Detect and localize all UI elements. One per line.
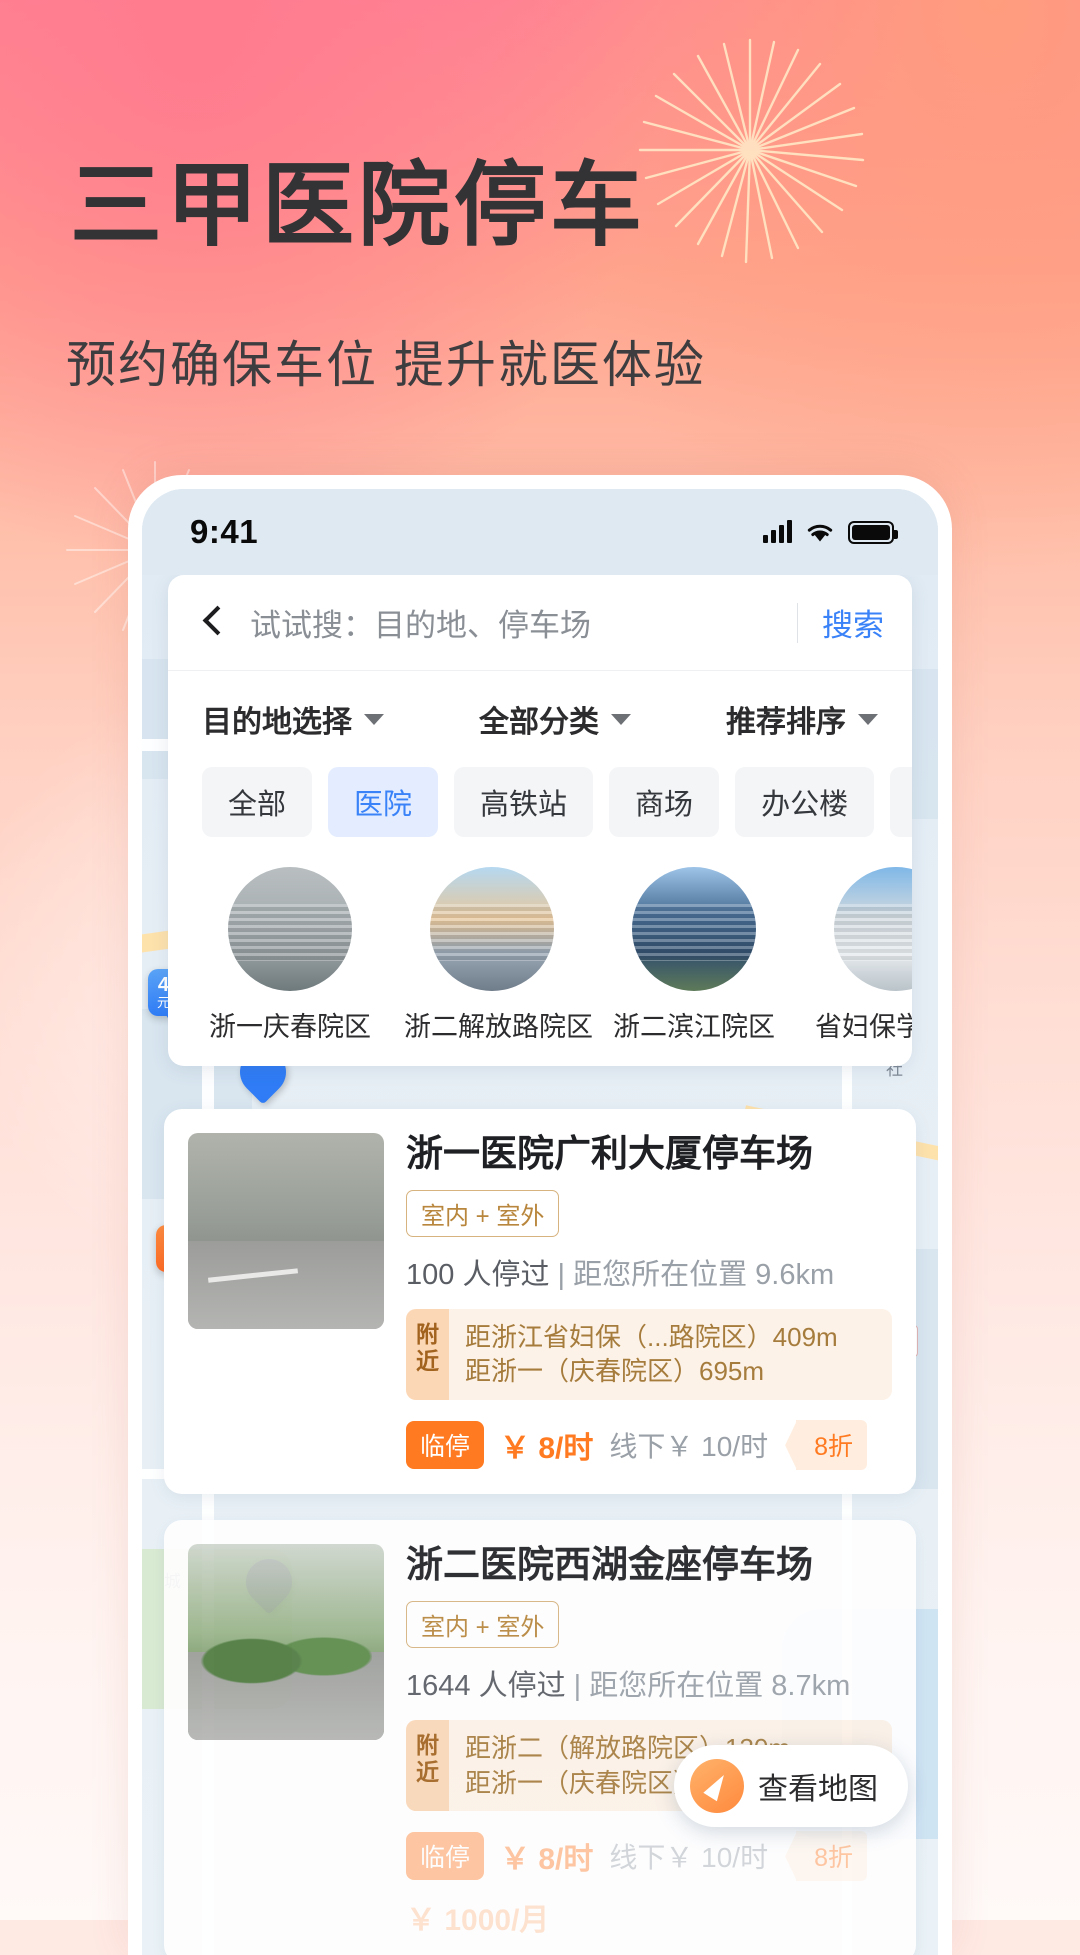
meta-separator: | (573, 1669, 582, 1702)
chevron-down-icon (858, 713, 878, 725)
filter-sort-label: 推荐排序 (726, 706, 846, 739)
parking-type-tag: 室内 + 室外 (406, 1189, 560, 1237)
price-row: 临停 ￥ 8/时 线下￥ 10/时 8折 (406, 1420, 892, 1471)
price-online: ￥ 8/时 (500, 1432, 594, 1466)
hospital-shortcut[interactable]: 省妇保学士路 (808, 867, 912, 1044)
search-filter-panel: 试试搜：目的地、停车场 搜索 目的地选择 全部分类 推荐排序 全部 医院 高铁站… (168, 575, 912, 1066)
parking-meta: 100 人停过 | 距您所在位置 9.6km (406, 1251, 892, 1293)
chip-all[interactable]: 全部 (202, 767, 313, 837)
filter-category[interactable]: 全部分类 (479, 697, 631, 741)
parking-type-tag: 室内 + 室外 (406, 1600, 560, 1648)
page-title: 三甲医院停车 (70, 155, 647, 257)
hospital-thumbnail (632, 867, 756, 991)
filter-row: 目的地选择 全部分类 推荐排序 (168, 671, 912, 767)
chip-hospital[interactable]: 医院 (328, 767, 439, 837)
hospital-thumbnail (430, 867, 554, 991)
status-bar: 9:41 (142, 489, 938, 575)
monthly-price-row: ￥ 1000/月 (406, 1895, 892, 1939)
nearby-badge: 附近 (406, 1308, 449, 1401)
hospital-thumbnail (228, 867, 352, 991)
search-divider (797, 602, 798, 643)
parking-distance: 距您所在位置 9.6km (573, 1258, 835, 1291)
hospital-shortcut[interactable]: 浙二解放路院区 (404, 867, 593, 1044)
filter-destination[interactable]: 目的地选择 (202, 697, 384, 741)
hospital-shortcut[interactable]: 浙二滨江院区 (606, 867, 782, 1044)
category-chip-list[interactable]: 全部 医院 高铁站 商场 办公楼 住宅 (168, 767, 912, 837)
parking-photo (188, 1544, 384, 1741)
search-button[interactable]: 搜索 (822, 600, 884, 645)
hospital-shortcut[interactable]: 浙一庆春院区 (202, 867, 378, 1044)
hospital-name: 浙二滨江院区 (613, 1012, 775, 1042)
temp-parking-badge: 临停 (406, 1421, 485, 1470)
discount-badge: 8折 (796, 1831, 867, 1882)
filter-destination-label: 目的地选择 (202, 706, 352, 739)
wifi-icon (807, 524, 833, 541)
page-subtitle: 预约确保车位 提升就医体验 (66, 337, 706, 393)
chip-railway[interactable]: 高铁站 (454, 767, 594, 837)
parking-name: 浙二医院西湖金座停车场 (406, 1544, 813, 1586)
temp-parking-badge: 临停 (406, 1832, 485, 1881)
filter-category-label: 全部分类 (479, 706, 599, 739)
view-map-button[interactable]: 查看地图 (674, 1745, 908, 1827)
hospital-thumbnail (834, 867, 912, 991)
discount-badge: 8折 (796, 1420, 867, 1471)
chevron-down-icon (364, 713, 384, 725)
price-offline: 线下￥ 10/时 (609, 1842, 769, 1874)
hospital-name: 浙一庆春院区 (209, 1012, 371, 1042)
status-icons (763, 520, 898, 544)
search-bar[interactable]: 试试搜：目的地、停车场 搜索 (168, 575, 912, 671)
view-map-label: 查看地图 (758, 1773, 878, 1806)
chip-resident[interactable]: 住宅 (890, 767, 912, 837)
price-row: 临停 ￥ 8/时 线下￥ 10/时 8折 (406, 1831, 892, 1882)
parking-visitors: 100 人停过 (406, 1258, 550, 1291)
chip-office[interactable]: 办公楼 (735, 767, 875, 837)
nearby-line: 距浙江省妇保（...路院区）409m (465, 1321, 838, 1352)
parking-name: 浙一医院广利大厦停车场 (406, 1133, 813, 1174)
parking-meta: 1644 人停过 | 距您所在位置 8.7km (406, 1662, 892, 1704)
price-online: ￥ 8/时 (500, 1843, 594, 1877)
back-chevron-icon[interactable] (196, 606, 230, 640)
phone-mockup: 加 路 杭州站 社 览区 城 4.9元/时 8元/时 医 9:41 (128, 475, 952, 1955)
price-monthly: ￥ 1000/月 (406, 1904, 550, 1938)
search-input[interactable]: 试试搜：目的地、停车场 (250, 600, 789, 645)
chevron-down-icon (611, 713, 631, 725)
price-offline: 线下￥ 10/时 (609, 1431, 769, 1463)
nearby-lines: 距浙江省妇保（...路院区）409m 距浙一（庆春院区）695m (449, 1309, 854, 1401)
nearby-badge: 附近 (406, 1719, 449, 1812)
chip-mall[interactable]: 商场 (609, 767, 720, 837)
phone-screen: 加 路 杭州站 社 览区 城 4.9元/时 8元/时 医 9:41 (142, 489, 938, 1955)
compass-icon (690, 1759, 744, 1813)
hospital-name: 省妇保学士路 (815, 1012, 912, 1042)
nearby-line: 距浙一（庆春院区）695m (465, 1356, 765, 1387)
parking-distance: 距您所在位置 8.7km (589, 1669, 851, 1702)
parking-card[interactable]: 浙二医院西湖金座停车场 室内 + 室外 1644 人停过 | 距您所在位置 8.… (164, 1520, 916, 1955)
meta-separator: | (557, 1258, 566, 1291)
nearby-box: 附近 距浙江省妇保（...路院区）409m 距浙一（庆春院区）695m (406, 1308, 892, 1401)
parking-photo (188, 1133, 384, 1329)
parking-result-list[interactable]: 浙一医院广利大厦停车场 室内 + 室外 100 人停过 | 距您所在位置 9.6… (164, 1109, 916, 1955)
hospital-name: 浙二解放路院区 (404, 1012, 593, 1042)
status-time: 9:41 (190, 513, 259, 550)
filter-sort[interactable]: 推荐排序 (726, 697, 878, 741)
hospital-shortcut-list[interactable]: 浙一庆春院区 浙二解放路院区 浙二滨江院区 省妇保学士路 (168, 837, 912, 1044)
parking-visitors: 1644 人停过 (406, 1669, 566, 1702)
parking-card[interactable]: 浙一医院广利大厦停车场 室内 + 室外 100 人停过 | 距您所在位置 9.6… (164, 1109, 916, 1495)
battery-full-icon (848, 520, 898, 544)
cellular-signal-icon (763, 520, 792, 543)
